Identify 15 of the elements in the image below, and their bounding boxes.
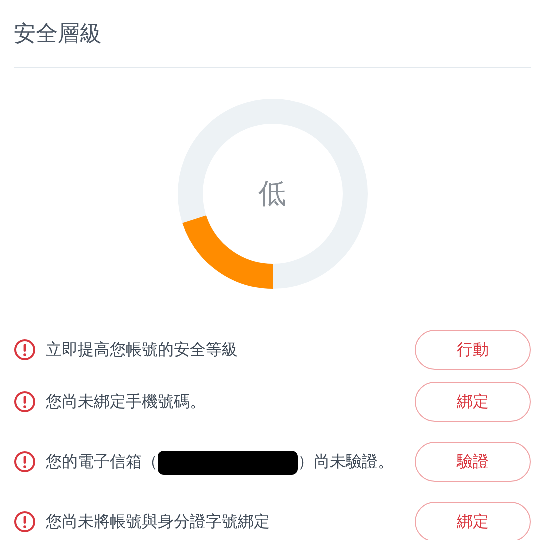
message-text: 您尚未綁定手機號碼。	[46, 391, 207, 413]
action-button[interactable]: 行動	[415, 330, 531, 370]
warning-icon	[14, 451, 36, 473]
action-button[interactable]: 綁定	[415, 502, 531, 540]
message-text: 立即提高您帳號的安全等級	[46, 339, 239, 361]
page-title: 安全層級	[14, 21, 103, 49]
message-text: 您的電子信箱（	[46, 452, 158, 471]
message-text: ）尚未驗證。	[298, 452, 394, 471]
action-button[interactable]: 驗證	[415, 442, 531, 482]
warning-icon	[14, 391, 36, 413]
warning-icon	[14, 339, 36, 361]
level-label: 低	[258, 176, 286, 212]
action-button[interactable]: 綁定	[415, 382, 531, 422]
warning-icon	[14, 511, 36, 533]
message-text: 您尚未將帳號與身分證字號綁定	[46, 511, 271, 533]
